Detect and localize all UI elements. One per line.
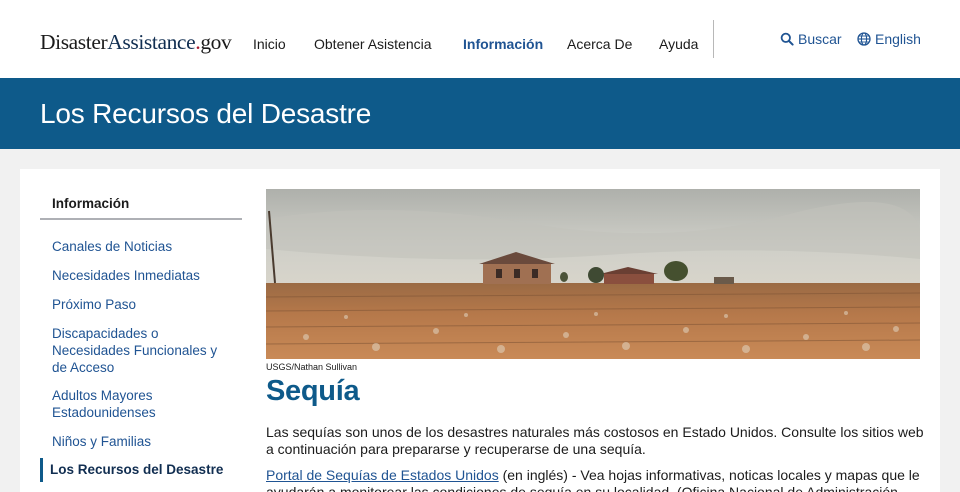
intro-paragraph: Las sequías son unos de los desastres na…	[266, 424, 924, 457]
nav-ayuda[interactable]: Ayuda	[659, 36, 698, 52]
nav-divider	[713, 20, 714, 58]
search-label: Buscar	[798, 31, 842, 47]
sidebar-item-recursos-del-desastre[interactable]: Los Recursos del Desastre	[50, 461, 250, 478]
sidebar-item-adultos-mayores[interactable]: Adultos Mayores Estadounidenses	[52, 387, 182, 421]
sidebar-item-ninos-y-familias[interactable]: Niños y Familias	[52, 433, 232, 450]
site-header: DisasterAssistance.gov Inicio Obtener As…	[0, 0, 960, 78]
sidebar-title: Información	[52, 196, 130, 211]
nav-acerca-de[interactable]: Acerca De	[567, 36, 632, 52]
image-credit: USGS/Nathan Sullivan	[266, 362, 358, 372]
drought-portal-link[interactable]: Portal de Sequías de Estados Unidos	[266, 467, 499, 483]
page-title: Los Recursos del Desastre	[40, 98, 372, 129]
site-logo[interactable]: DisasterAssistance.gov	[40, 29, 232, 55]
search-button[interactable]: Buscar	[780, 31, 842, 47]
content-card: Información Canales de Noticias Necesida…	[20, 169, 940, 492]
sidebar-divider	[40, 218, 242, 220]
search-icon	[780, 32, 794, 46]
sidebar-active-indicator	[40, 458, 43, 482]
nav-obtener-asistencia[interactable]: Obtener Asistencia	[314, 36, 432, 52]
sidebar-item-discapacidades[interactable]: Discapacidades o Necesidades Funcionales…	[52, 325, 232, 376]
sidebar-item-proximo-paso[interactable]: Próximo Paso	[52, 296, 232, 313]
nav-inicio[interactable]: Inicio	[253, 36, 286, 52]
language-label: English	[875, 31, 921, 47]
globe-icon	[857, 32, 871, 46]
sidebar-item-necesidades-inmediatas[interactable]: Necesidades Inmediatas	[52, 267, 232, 284]
nav-informacion[interactable]: Información	[463, 36, 543, 52]
section-heading: Sequía	[266, 375, 360, 407]
page-banner: Los Recursos del Desastre	[0, 78, 960, 149]
language-toggle[interactable]: English	[857, 31, 921, 47]
sidebar-item-canales-de-noticias[interactable]: Canales de Noticias	[52, 238, 232, 255]
drought-photo	[266, 189, 920, 359]
resource-paragraph: Portal de Sequías de Estados Unidos (en …	[266, 467, 926, 492]
